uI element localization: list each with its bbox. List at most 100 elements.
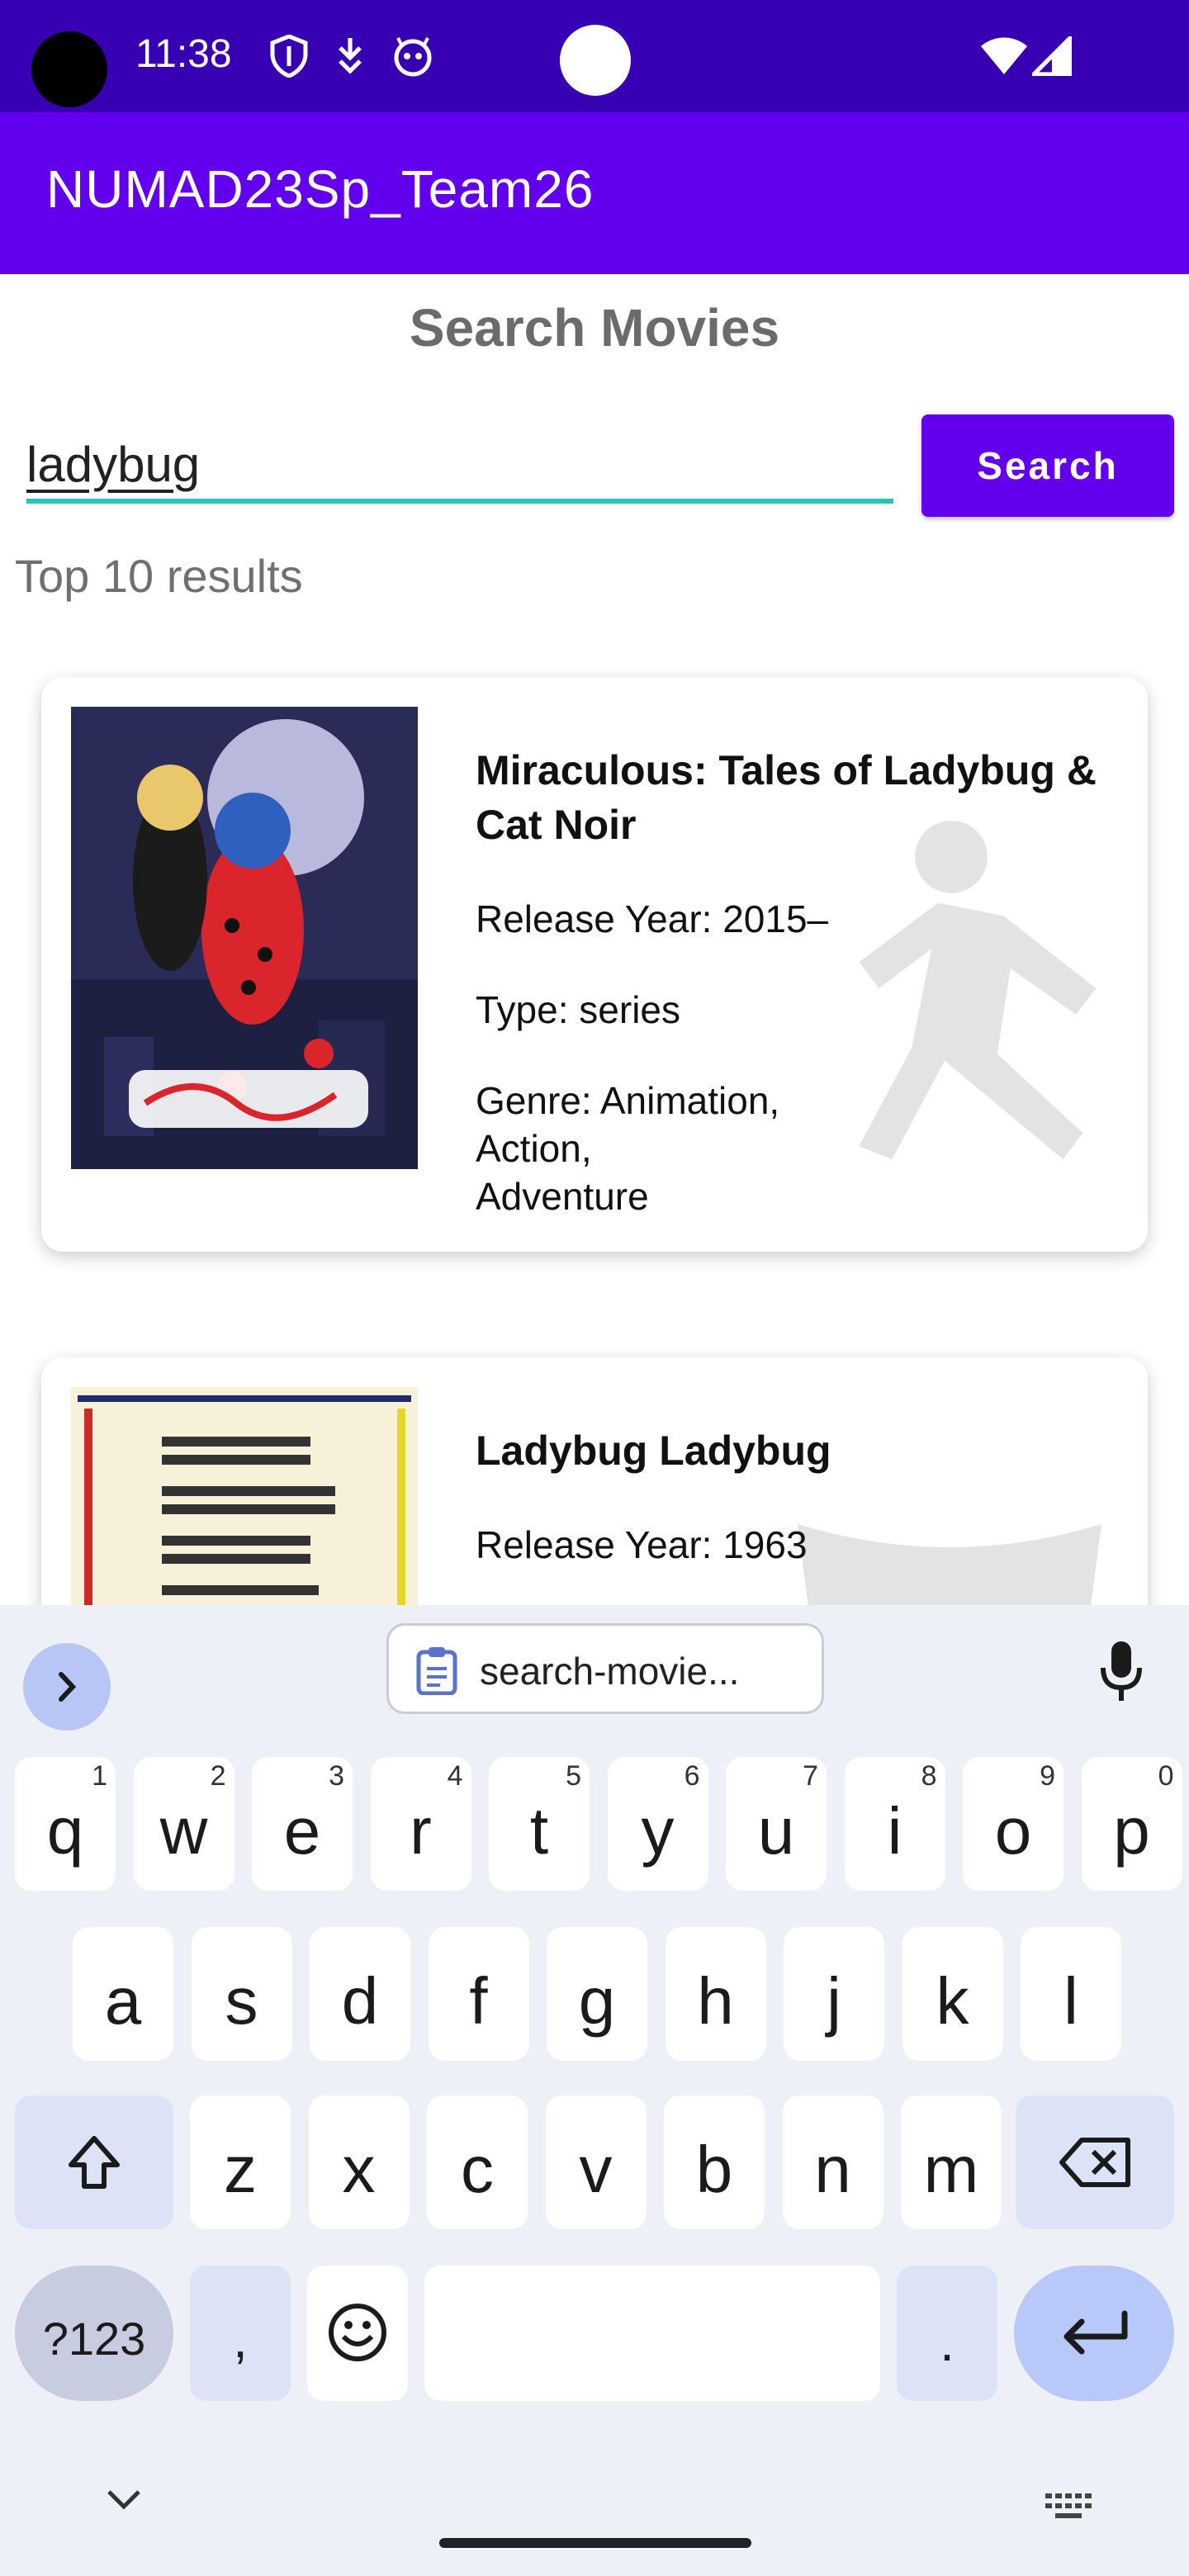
key-label: g <box>578 1964 616 2038</box>
key-label: o <box>994 1794 1032 1868</box>
key-label: k <box>936 1964 969 2038</box>
key-y[interactable]: y6 <box>607 1757 708 1891</box>
key-n[interactable]: n <box>782 2095 883 2229</box>
key-number-hint: 5 <box>566 1760 581 1792</box>
key-label: l <box>1063 1964 1078 2038</box>
key-label: a <box>104 1964 142 2038</box>
release-year: Release Year: 1963 <box>476 1523 808 1566</box>
key-number-hint: 9 <box>1040 1760 1055 1792</box>
key-k[interactable]: k <box>902 1927 1003 2061</box>
key-number-hint: 0 <box>1158 1760 1174 1792</box>
key-p[interactable]: p0 <box>1081 1757 1182 1891</box>
home-indicator[interactable] <box>439 2538 751 2548</box>
movie-info: Miraculous: Tales of Ladybug & Cat Noir … <box>476 743 1120 1220</box>
key-o[interactable]: o9 <box>963 1757 1063 1891</box>
key-number-hint: 3 <box>329 1760 344 1792</box>
key-c[interactable]: c <box>427 2095 528 2229</box>
shift-icon <box>69 2136 120 2189</box>
key-number-hint: 6 <box>684 1760 700 1792</box>
key-u[interactable]: u7 <box>726 1757 827 1891</box>
backspace-icon <box>1059 2138 1130 2187</box>
microphone-icon[interactable] <box>1098 1638 1144 1704</box>
signal-icon <box>1032 36 1072 76</box>
key-w[interactable]: w2 <box>133 1757 234 1891</box>
key-a[interactable]: a <box>73 1927 173 2061</box>
key-label: u <box>757 1794 795 1868</box>
movie-card[interactable]: Miraculous: Tales of Ladybug & Cat Noir … <box>41 677 1148 1252</box>
key-label: z <box>224 2133 257 2206</box>
key-label: t <box>529 1794 549 1868</box>
key-q[interactable]: q1 <box>15 1757 116 1891</box>
app-title: NUMAD23Sp_Team26 <box>46 159 594 219</box>
key-v[interactable]: v <box>545 2095 647 2229</box>
key-i[interactable]: i8 <box>844 1757 945 1891</box>
movie-title: Miraculous: Tales of Ladybug & Cat Noir <box>476 747 1097 848</box>
key-s[interactable]: s <box>191 1927 292 2061</box>
key-e[interactable]: e3 <box>252 1757 353 1891</box>
expand-toolbar-button[interactable] <box>23 1643 111 1731</box>
notification-dot <box>560 25 631 96</box>
wifi-icon <box>981 37 1027 74</box>
status-bar: 11:38 <box>0 0 1189 112</box>
movie-poster <box>71 707 418 1169</box>
key-number-hint: 8 <box>921 1760 937 1792</box>
spacebar-key[interactable] <box>424 2266 880 2401</box>
period-key-label: . <box>940 2313 955 2372</box>
download-arrow-icon <box>339 38 362 74</box>
results-label: Top 10 results <box>15 550 303 602</box>
key-label: n <box>814 2133 851 2206</box>
key-label: v <box>579 2133 613 2206</box>
key-label: f <box>469 1964 488 2038</box>
key-label: d <box>341 1964 379 2038</box>
key-t[interactable]: t5 <box>489 1757 590 1891</box>
key-label: j <box>827 1964 841 2038</box>
emoji-key[interactable] <box>307 2266 408 2401</box>
key-label: y <box>641 1794 675 1868</box>
hide-keyboard-icon[interactable] <box>104 2487 144 2512</box>
status-time: 11:38 <box>135 32 232 76</box>
key-number-hint: 4 <box>447 1760 463 1792</box>
movie-title: Ladybug Ladybug <box>476 1428 831 1474</box>
keyboard-switch-icon[interactable] <box>1044 2492 1093 2522</box>
key-l[interactable]: l <box>1021 1927 1121 2061</box>
camera-cutout <box>31 31 107 107</box>
enter-icon <box>1063 2310 1128 2355</box>
key-g[interactable]: g <box>547 1927 647 2061</box>
movie-info: Ladybug Ladybug Release Year: 1963 <box>476 1423 1120 1569</box>
shift-key[interactable] <box>15 2095 173 2229</box>
backspace-key[interactable] <box>1016 2095 1174 2229</box>
key-label: p <box>1113 1794 1150 1868</box>
key-z[interactable]: z <box>190 2095 291 2229</box>
key-f[interactable]: f <box>428 1927 529 2061</box>
key-r[interactable]: r4 <box>370 1757 471 1891</box>
key-label: h <box>697 1964 734 2038</box>
key-label: m <box>923 2133 979 2206</box>
key-label: w <box>159 1794 208 1868</box>
page-title: Search Movies <box>409 298 780 358</box>
key-h[interactable]: h <box>665 1927 766 2061</box>
clipboard-suggestion[interactable]: search-movie... <box>386 1623 824 1714</box>
search-button[interactable]: Search <box>921 414 1174 517</box>
key-label: q <box>46 1794 84 1868</box>
key-label: i <box>887 1794 902 1868</box>
key-label: r <box>410 1794 432 1868</box>
movie-genre: Genre: Animation, Action, Adventure <box>476 1079 780 1218</box>
comma-key-label: , <box>233 2309 248 2369</box>
key-m[interactable]: m <box>901 2095 1002 2229</box>
comma-key[interactable]: , <box>190 2266 291 2401</box>
search-input[interactable] <box>26 429 893 504</box>
key-number-hint: 2 <box>210 1760 226 1792</box>
clipboard-icon <box>416 1647 457 1695</box>
symbols-key[interactable]: ?123 <box>15 2266 173 2401</box>
key-label: s <box>225 1964 258 2038</box>
key-d[interactable]: d <box>310 1927 410 2061</box>
key-label: x <box>342 2133 376 2206</box>
key-j[interactable]: j <box>784 1927 884 2061</box>
key-x[interactable]: x <box>308 2095 410 2229</box>
key-number-hint: 7 <box>803 1760 818 1792</box>
key-label: b <box>695 2133 733 2206</box>
period-key[interactable]: . <box>897 2266 997 2401</box>
enter-key[interactable] <box>1014 2266 1174 2401</box>
chevron-right-icon <box>59 1672 77 1702</box>
key-b[interactable]: b <box>664 2095 765 2229</box>
